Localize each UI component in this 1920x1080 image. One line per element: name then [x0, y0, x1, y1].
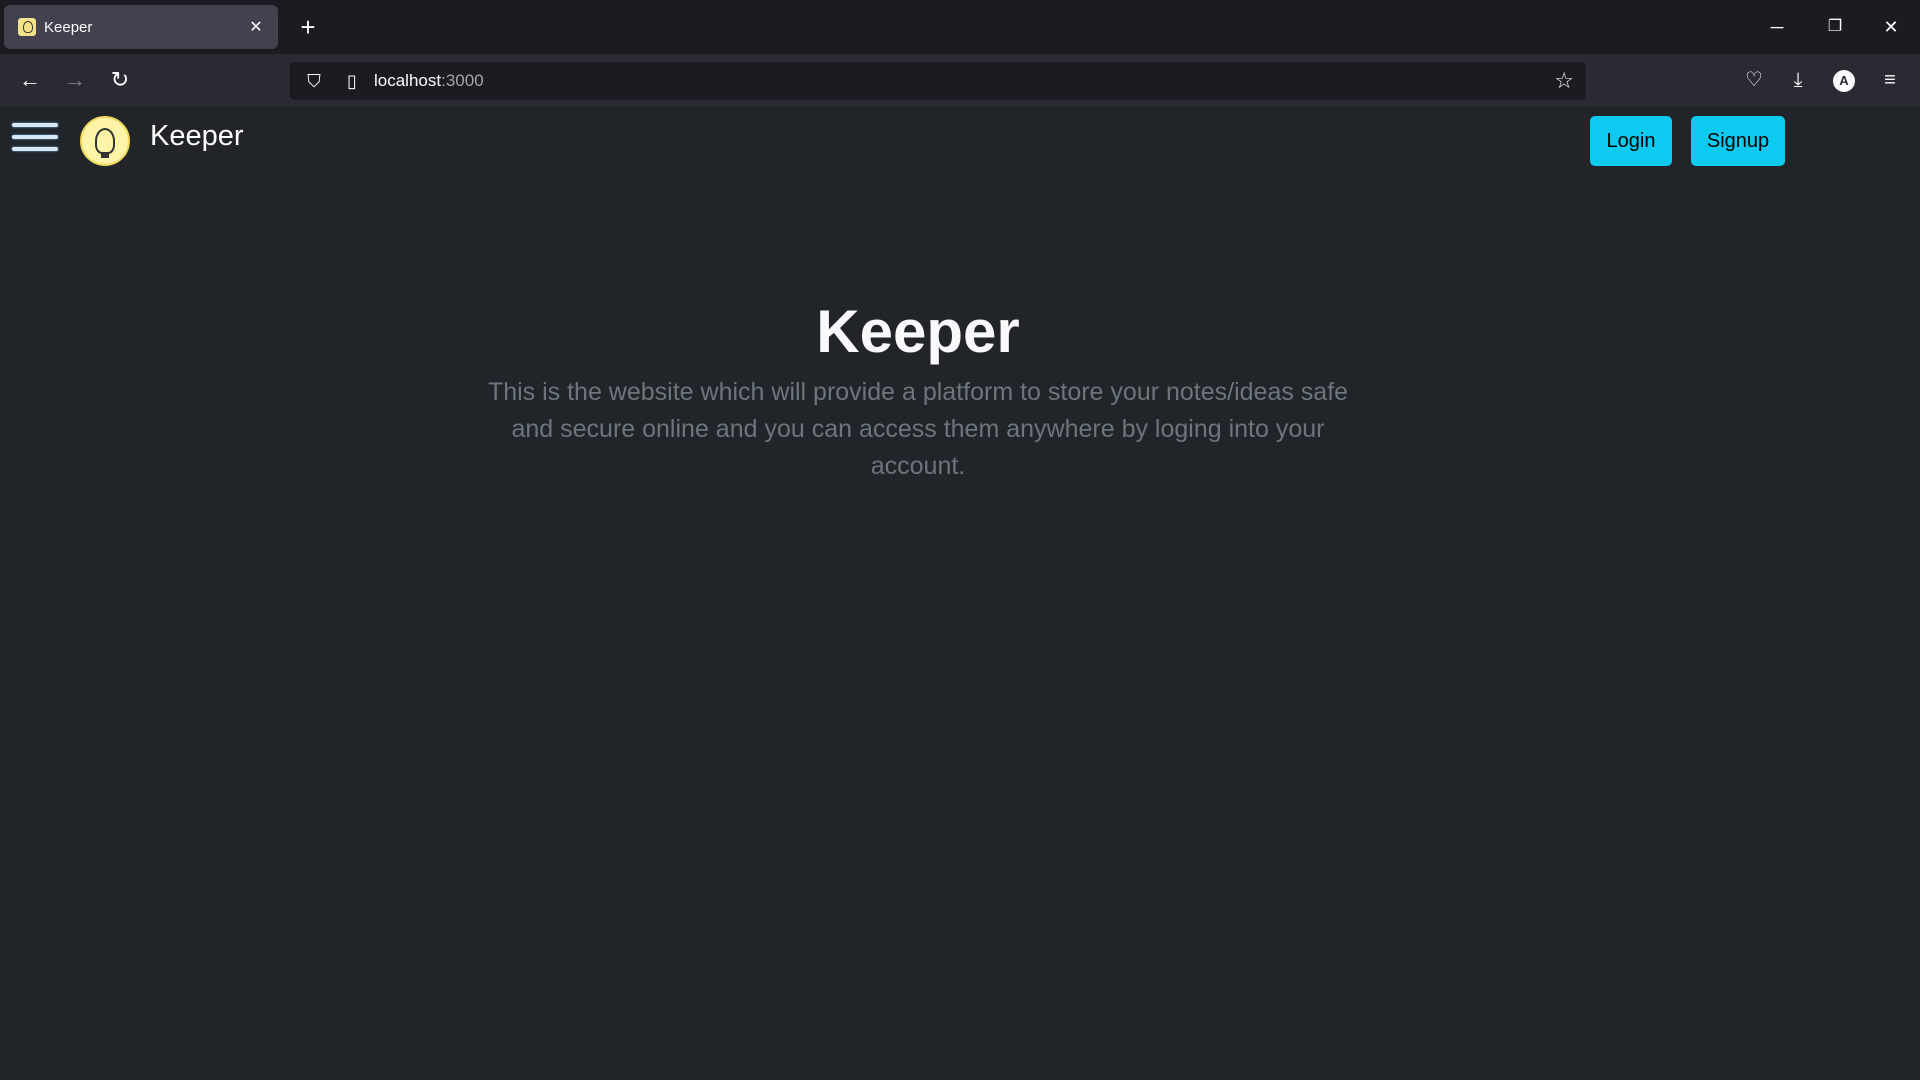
shield-icon[interactable]: ⛉	[302, 71, 326, 92]
account-button[interactable]: A	[1826, 62, 1862, 98]
hero-description: This is the website which will provide a…	[487, 378, 1349, 480]
tab-title: Keeper	[44, 18, 93, 36]
url-port: :3000	[441, 71, 484, 90]
download-icon[interactable]: ⤓	[1780, 62, 1816, 98]
browser-tab-strip: Keeper ✕ + ─ ❐ ✕	[0, 0, 1920, 54]
page-content: Keeper Login Signup Keeper This is the w…	[0, 106, 1920, 1080]
app-menu-icon[interactable]: ≡	[1872, 62, 1908, 98]
hero-title: Keeper	[816, 298, 1020, 365]
lightbulb-logo-icon[interactable]	[80, 116, 130, 166]
address-bar[interactable]: ⛉ ▯ localhost :3000 ☆	[290, 62, 1586, 100]
account-avatar-icon: A	[1833, 69, 1855, 92]
page-icon: ▯	[347, 70, 357, 91]
pocket-icon[interactable]: ♡	[1736, 62, 1772, 98]
window-close-button[interactable]: ✕	[1868, 8, 1914, 46]
signup-button[interactable]: Signup	[1691, 116, 1785, 166]
hamburger-bar	[12, 147, 58, 151]
login-button[interactable]: Login	[1590, 116, 1672, 166]
tab-favicon-icon	[18, 18, 36, 36]
restore-button[interactable]: ❐	[1812, 8, 1858, 46]
browser-tab[interactable]: Keeper ✕	[4, 5, 278, 49]
hamburger-menu-icon[interactable]	[12, 120, 58, 154]
browser-toolbar: ← → ↻ ⛉ ▯ localhost :3000 ☆ ♡ ⤓ A ≡	[0, 54, 1920, 106]
lightbulb-icon	[95, 128, 115, 158]
new-tab-button[interactable]: +	[292, 10, 324, 44]
url-host: localhost	[374, 71, 442, 90]
hamburger-bar	[12, 135, 58, 139]
brand-name[interactable]: Keeper	[150, 120, 244, 153]
back-arrow-icon[interactable]: ←	[12, 62, 48, 98]
hamburger-bar	[12, 123, 58, 127]
forward-arrow-icon[interactable]: →	[57, 62, 93, 98]
minimize-button[interactable]: ─	[1754, 8, 1800, 46]
reload-icon[interactable]: ↻	[102, 62, 138, 98]
tab-close-icon[interactable]: ✕	[246, 17, 266, 37]
hero-section: Keeper This is the website which will pr…	[470, 296, 1366, 485]
bookmark-star-icon[interactable]: ☆	[1554, 68, 1574, 94]
